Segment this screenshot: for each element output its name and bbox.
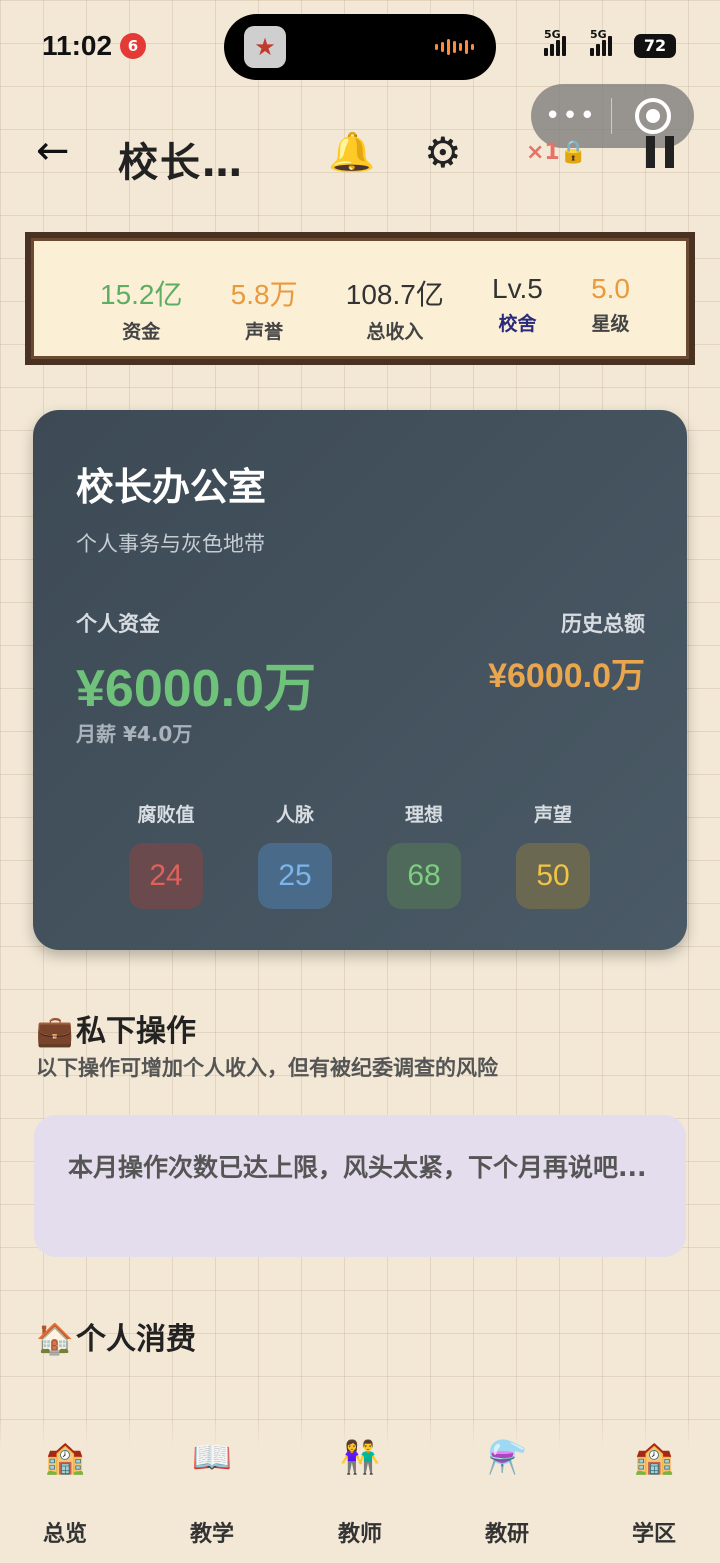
attr-corruption: 腐败值 24 (129, 800, 203, 909)
section-title-text: 个人消费 (76, 1322, 196, 1357)
bell-icon[interactable]: 🔔 (328, 130, 375, 175)
flask-icon: ⚗️ (487, 1438, 527, 1476)
gear-icon[interactable]: ⚙ (424, 128, 462, 177)
nav-label: 教学 (189, 1522, 234, 1547)
attr-value: 24 (129, 843, 203, 909)
status-bar: 11:02 6 ★ 5G 5G 72 (0, 0, 720, 92)
consumption-title: 🏠个人消费 (36, 1314, 196, 1358)
back-button[interactable]: ← (36, 128, 70, 174)
stat-funds: 15.2亿 资金 (100, 273, 183, 356)
attribute-list: 腐败值 24 人脉 25 理想 68 声望 50 (129, 800, 590, 909)
notification-badge: 6 (120, 33, 146, 59)
stat-value: Lv.5 (492, 273, 543, 304)
attr-name: 理想 (404, 804, 443, 826)
lock-count-badge: ×1🔒 (526, 140, 588, 165)
history-total-amount: ¥6000.0万 (488, 657, 645, 695)
nav-teachers[interactable]: 👫 教师 (320, 1438, 400, 1548)
nav-label: 教师 (337, 1522, 382, 1547)
stat-label: 资金 (122, 321, 161, 343)
nav-overview[interactable]: 🏫 总览 (25, 1438, 105, 1548)
cellular-signal-icon: 5G (544, 28, 566, 56)
stat-label: 声誉 (245, 321, 284, 343)
stat-value: 5.8万 (230, 279, 298, 310)
status-time: 11:02 (42, 30, 113, 61)
attr-value: 50 (516, 843, 590, 909)
private-ops-title: 💼私下操作 (36, 1006, 196, 1050)
cellular-signal-icon-2: 5G (590, 28, 612, 56)
stat-school-building: Lv.5 校舍 (492, 273, 543, 356)
attr-ideals: 理想 68 (387, 800, 461, 909)
attr-name: 声望 (533, 804, 572, 826)
now-playing-app-icon: ★ (244, 26, 286, 68)
card-title: 校长办公室 (76, 465, 267, 509)
nav-district[interactable]: 🏫 学区 (614, 1438, 694, 1548)
stat-label: 校舍 (498, 313, 537, 335)
card-subtitle: 个人事务与灰色地带 (76, 532, 265, 556)
audio-wave-icon (435, 38, 474, 56)
attr-value: 68 (387, 843, 461, 909)
page-header: ← 校长… 🔔 ⚙ ×1🔒 (0, 118, 720, 190)
stat-value: 15.2亿 (100, 279, 183, 310)
briefcase-icon: 💼 (36, 1014, 74, 1049)
attr-prestige: 声望 50 (516, 800, 590, 909)
attr-name: 人脉 (275, 804, 314, 826)
monthly-salary: 月薪 ¥4.0万 (76, 722, 193, 746)
people-icon: 👫 (340, 1438, 380, 1476)
nav-teaching[interactable]: 📖 教学 (172, 1438, 252, 1548)
limit-notice: 本月操作次数已达上限，风头太紧，下个月再说吧... (34, 1115, 686, 1257)
history-total-label: 历史总额 (561, 612, 645, 636)
pause-button[interactable] (646, 136, 674, 168)
section-title-text: 私下操作 (76, 1014, 196, 1049)
personal-funds-amount: ¥6000.0万 (76, 660, 316, 718)
nav-label: 学区 (631, 1522, 676, 1547)
battery-icon: 72 (634, 34, 676, 58)
principal-office-card: 校长办公室 个人事务与灰色地带 个人资金 ¥6000.0万 月薪 ¥4.0万 历… (33, 410, 687, 950)
stat-reputation: 5.8万 声誉 (231, 273, 298, 356)
personal-funds-label: 个人资金 (76, 612, 160, 636)
nav-label: 总览 (42, 1522, 87, 1547)
private-ops-description: 以下操作可增加个人收入，但有被纪委调查的风险 (36, 1056, 498, 1080)
stat-value: 5.0 (591, 273, 630, 304)
stat-total-income: 108.7亿 总收入 (346, 273, 444, 356)
attr-name: 腐败值 (137, 804, 195, 826)
nav-research[interactable]: ⚗️ 教研 (467, 1438, 547, 1548)
nav-label: 教研 (484, 1522, 529, 1547)
stat-value: 108.7亿 (345, 279, 444, 310)
page-title: 校长… (118, 140, 244, 186)
stat-label: 星级 (591, 313, 630, 335)
school-icon: 🏫 (45, 1438, 85, 1476)
attr-connections: 人脉 25 (258, 800, 332, 909)
bottom-nav: 🏫 总览 📖 教学 👫 教师 ⚗️ 教研 🏫 学区 (0, 1418, 720, 1563)
attr-value: 25 (258, 843, 332, 909)
stat-label: 总收入 (366, 321, 424, 343)
house-icon: 🏠 (36, 1322, 74, 1357)
book-icon: 📖 (192, 1438, 232, 1476)
stats-board: 15.2亿 资金 5.8万 声誉 108.7亿 总收入 Lv.5 校舍 5.0 … (25, 232, 695, 365)
stat-star-rating: 5.0 星级 (591, 273, 630, 356)
dynamic-island: ★ (224, 14, 496, 80)
school-building-icon: 🏫 (634, 1438, 674, 1476)
